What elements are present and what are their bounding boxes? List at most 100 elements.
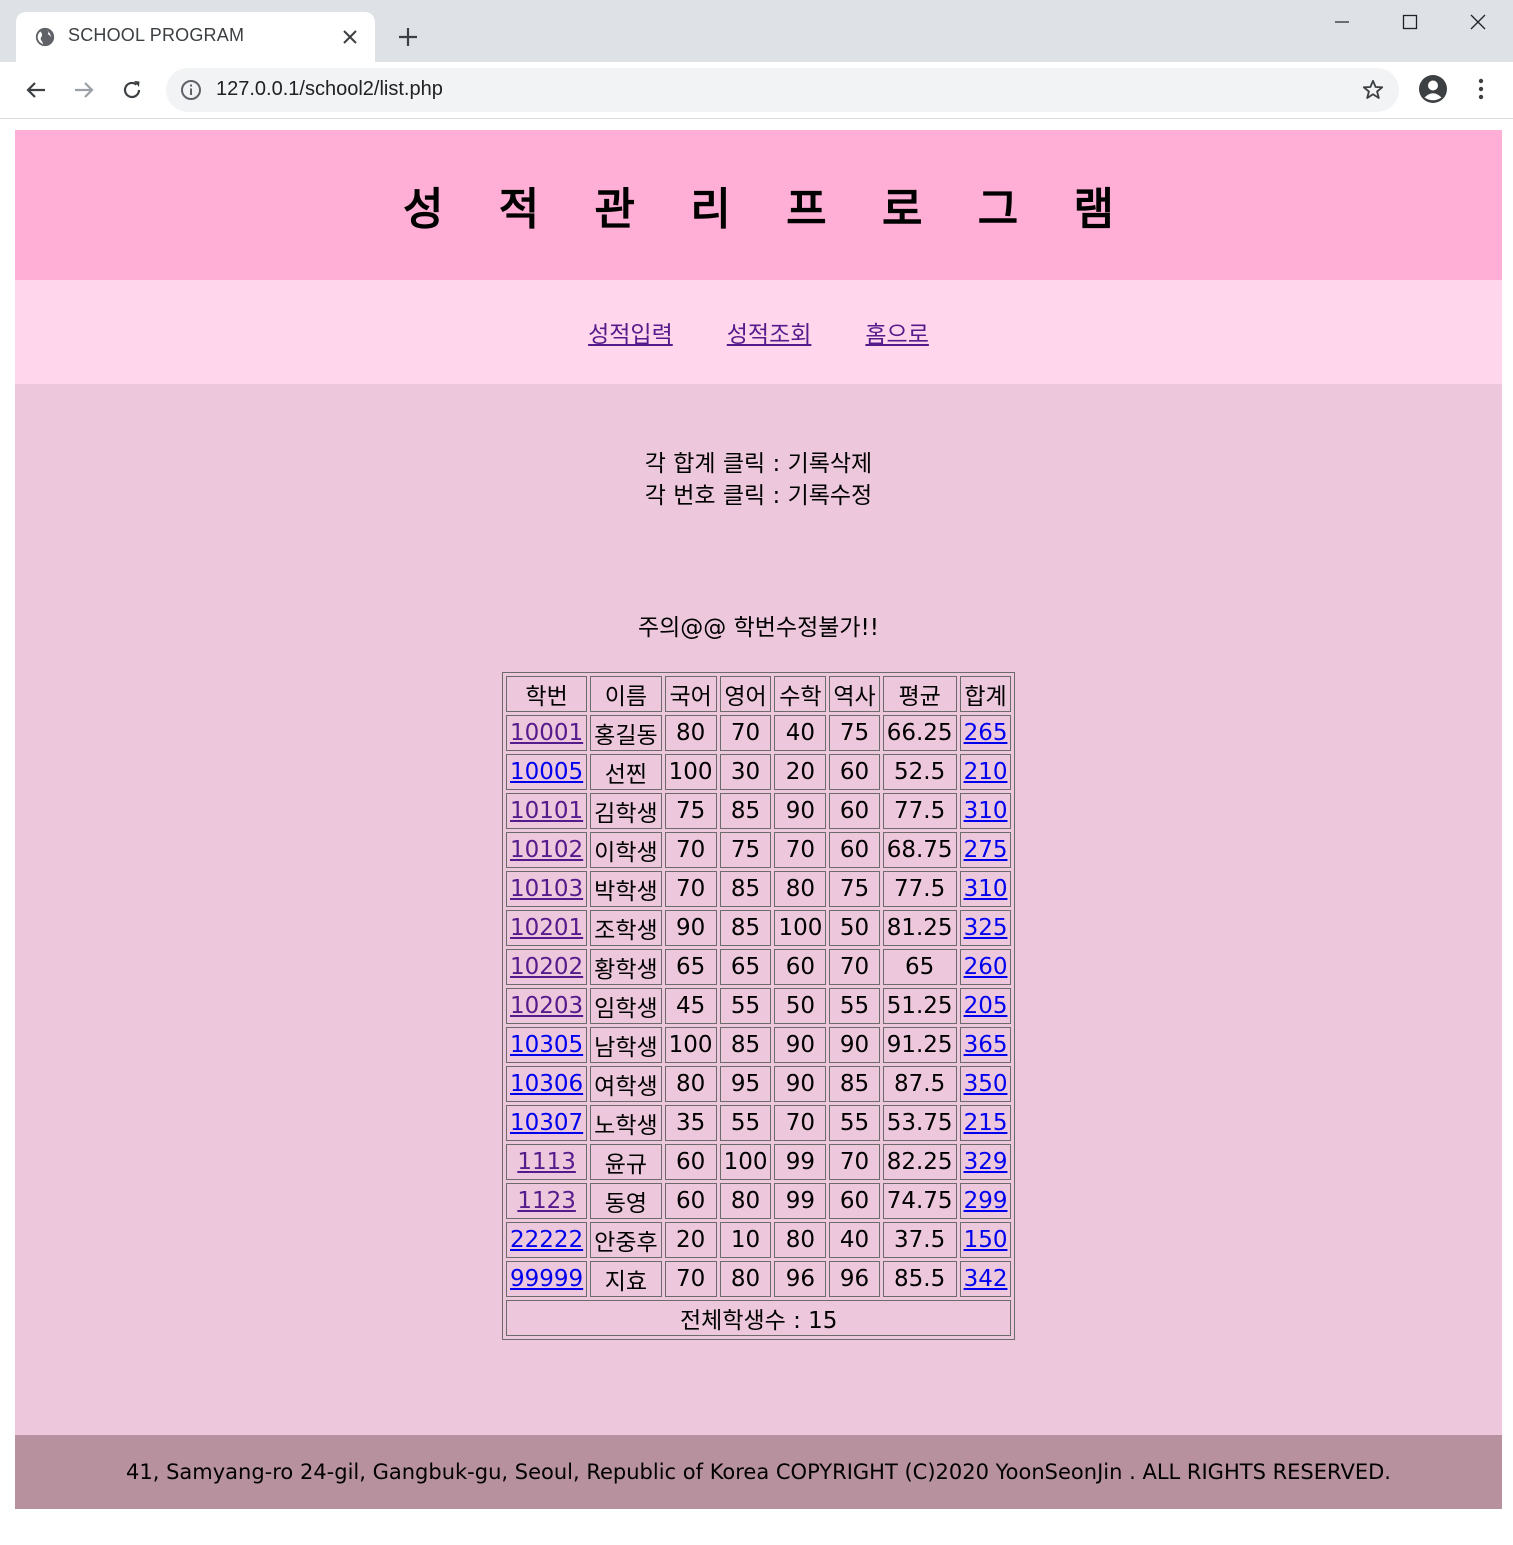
tab-close-icon[interactable] [338, 25, 362, 49]
table-row: 22222 안중후 20 10 80 40 37.5 150 [506, 1222, 1012, 1258]
profile-avatar-icon[interactable] [1418, 74, 1448, 104]
score-english: 65 [719, 949, 772, 985]
table-row: 10201 조학생 90 85 100 50 81.25 325 [506, 910, 1012, 946]
footer-text: 41, Samyang-ro 24-gil, Gangbuk-gu, Seoul… [126, 1460, 1391, 1484]
table-cell: 150 [959, 1222, 1012, 1258]
kebab-menu-icon[interactable] [1468, 74, 1494, 104]
score-total-link[interactable]: 342 [964, 1266, 1008, 1292]
score-korean: 35 [664, 1105, 717, 1141]
forward-arrow-icon[interactable] [68, 74, 100, 106]
student-name: 선찐 [590, 754, 662, 790]
reload-icon[interactable] [116, 74, 148, 106]
student-id-link[interactable]: 22222 [510, 1227, 583, 1253]
col-header-english: 영어 [719, 676, 772, 712]
browser-tab[interactable]: SCHOOL PROGRAM [16, 12, 375, 62]
score-english: 85 [719, 793, 772, 829]
student-name: 홍길동 [590, 715, 662, 751]
score-korean: 75 [664, 793, 717, 829]
table-cell: 265 [959, 715, 1012, 751]
bookmark-star-icon[interactable] [1361, 78, 1385, 102]
browser-tabstrip: SCHOOL PROGRAM [0, 0, 1513, 62]
score-math: 90 [774, 793, 827, 829]
score-total-link[interactable]: 299 [964, 1188, 1008, 1214]
maximize-icon[interactable] [1390, 6, 1430, 38]
minimize-icon[interactable] [1322, 6, 1362, 38]
tab-title: SCHOOL PROGRAM [68, 25, 245, 45]
score-total-link[interactable]: 275 [964, 837, 1008, 863]
student-id-link[interactable]: 10005 [510, 759, 583, 785]
score-history: 75 [829, 715, 880, 751]
col-header-history: 역사 [829, 676, 880, 712]
table-row: 10001 홍길동 80 70 40 75 66.25 265 [506, 715, 1012, 751]
table-footer-row: 전체학생수 : 15 [506, 1300, 1012, 1336]
score-total-link[interactable]: 215 [964, 1110, 1008, 1136]
table-cell: 310 [959, 871, 1012, 907]
score-total-link[interactable]: 310 [964, 798, 1008, 824]
student-name: 황학생 [590, 949, 662, 985]
student-name: 이학생 [590, 832, 662, 868]
score-history: 70 [829, 1144, 880, 1180]
score-history: 55 [829, 988, 880, 1024]
score-average: 91.25 [882, 1027, 957, 1063]
score-average: 51.25 [882, 988, 957, 1024]
student-id-link[interactable]: 1123 [517, 1188, 576, 1214]
score-math: 20 [774, 754, 827, 790]
score-total-link[interactable]: 325 [964, 915, 1008, 941]
score-average: 37.5 [882, 1222, 957, 1258]
student-id-link[interactable]: 10305 [510, 1032, 583, 1058]
score-total-link[interactable]: 260 [964, 954, 1008, 980]
score-total-link[interactable]: 310 [964, 876, 1008, 902]
table-row: 1113 윤규 60 100 99 70 82.25 329 [506, 1144, 1012, 1180]
back-arrow-icon[interactable] [20, 74, 52, 106]
nav-link-score-list[interactable]: 성적조회 [727, 315, 812, 349]
nav-link-score-input[interactable]: 성적입력 [588, 315, 673, 349]
score-total-link[interactable]: 150 [964, 1227, 1008, 1253]
score-total-link[interactable]: 329 [964, 1149, 1008, 1175]
address-bar[interactable]: 127.0.0.1/school2/list.php [166, 68, 1399, 112]
score-total-link[interactable]: 350 [964, 1071, 1008, 1097]
col-header-average: 평균 [882, 676, 957, 712]
student-id-link[interactable]: 10306 [510, 1071, 583, 1097]
score-total-link[interactable]: 210 [964, 759, 1008, 785]
score-english: 80 [719, 1183, 772, 1219]
score-total-link[interactable]: 365 [964, 1032, 1008, 1058]
score-korean: 20 [664, 1222, 717, 1258]
score-english: 85 [719, 871, 772, 907]
page-footer: 41, Samyang-ro 24-gil, Gangbuk-gu, Seoul… [15, 1435, 1502, 1509]
score-korean: 100 [664, 1027, 717, 1063]
url-text[interactable]: 127.0.0.1/school2/list.php [216, 78, 443, 101]
score-history: 75 [829, 871, 880, 907]
new-tab-plus-icon[interactable] [395, 24, 421, 50]
score-english: 95 [719, 1066, 772, 1102]
student-id-link[interactable]: 10201 [510, 915, 583, 941]
score-korean: 100 [664, 754, 717, 790]
table-row: 10103 박학생 70 85 80 75 77.5 310 [506, 871, 1012, 907]
score-history: 40 [829, 1222, 880, 1258]
score-total-link[interactable]: 265 [964, 720, 1008, 746]
table-cell: 329 [959, 1144, 1012, 1180]
instruction-edit: 각 번호 클릭 : 기록수정 [644, 483, 873, 509]
student-id-link[interactable]: 10203 [510, 993, 583, 1019]
table-row: 10102 이학생 70 75 70 60 68.75 275 [506, 832, 1012, 868]
score-math: 99 [774, 1144, 827, 1180]
student-id-link[interactable]: 99999 [510, 1266, 583, 1292]
window-close-icon[interactable] [1458, 6, 1498, 38]
table-cell: 210 [959, 754, 1012, 790]
score-math: 40 [774, 715, 827, 751]
student-id-link[interactable]: 1113 [517, 1149, 576, 1175]
table-cell: 215 [959, 1105, 1012, 1141]
table-cell: 10103 [506, 871, 588, 907]
student-id-link[interactable]: 10101 [510, 798, 583, 824]
nav-link-home[interactable]: 홈으로 [865, 315, 928, 349]
student-id-link[interactable]: 10102 [510, 837, 583, 863]
score-average: 77.5 [882, 871, 957, 907]
student-id-link[interactable]: 10202 [510, 954, 583, 980]
student-id-link[interactable]: 10001 [510, 720, 583, 746]
student-id-link[interactable]: 10307 [510, 1110, 583, 1136]
score-math: 90 [774, 1066, 827, 1102]
score-english: 100 [719, 1144, 772, 1180]
col-header-total: 합계 [959, 676, 1012, 712]
info-icon[interactable] [180, 79, 202, 101]
student-id-link[interactable]: 10103 [510, 876, 583, 902]
score-total-link[interactable]: 205 [964, 993, 1008, 1019]
